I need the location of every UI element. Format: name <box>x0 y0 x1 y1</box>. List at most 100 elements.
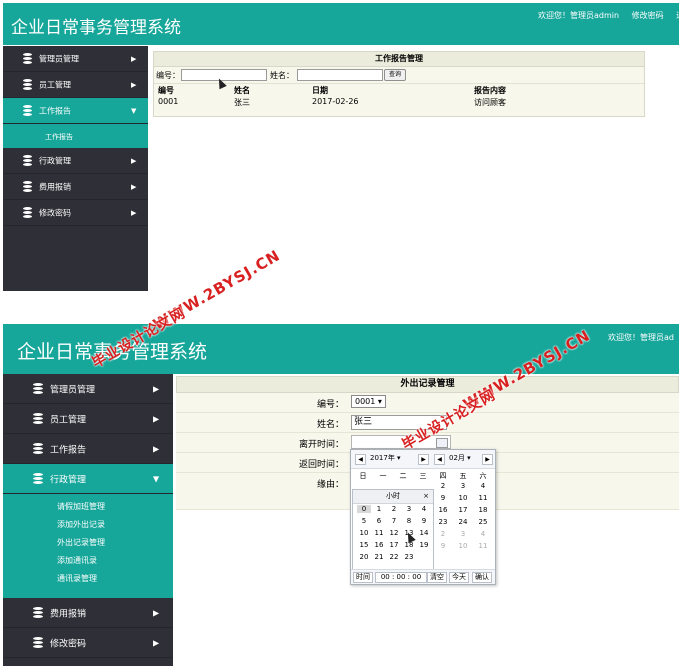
calendar-day[interactable]: 18 <box>473 506 493 514</box>
hour-cell[interactable]: 19 <box>417 541 431 549</box>
calendar-day[interactable]: 4 <box>473 530 493 538</box>
col-id: 编号 <box>158 86 174 95</box>
submenu-item-outing-manage[interactable]: 外出记录管理 <box>3 534 173 552</box>
calendar-day[interactable]: 10 <box>453 542 473 550</box>
calendar-day[interactable]: 17 <box>453 506 473 514</box>
next-month-button[interactable]: ▶ <box>482 454 493 465</box>
submenu-admin-affairs: 请假加班管理 添加外出记录 外出记录管理 添加通讯录 通讯录管理 <box>3 494 173 598</box>
menu-admin-affairs[interactable]: 行政管理 ▶ <box>3 148 148 174</box>
hour-cell[interactable]: 5 <box>357 517 371 525</box>
menu-admin[interactable]: 管理员管理 ▶ <box>3 46 148 72</box>
hour-cell[interactable]: 20 <box>357 553 371 561</box>
hour-cell[interactable]: 7 <box>387 517 401 525</box>
database-icon <box>23 104 32 117</box>
menu-change-password[interactable]: 修改密码 ▶ <box>3 200 148 226</box>
menu-label: 工作报告 <box>50 445 87 455</box>
hour-cell[interactable]: 0 <box>357 505 371 513</box>
hour-cell[interactable]: 17 <box>387 541 401 549</box>
leave-time-label: 离开时间： <box>298 440 344 450</box>
hour-cell[interactable]: 4 <box>417 505 431 513</box>
prev-month-button[interactable]: ◀ <box>434 454 445 465</box>
calendar-day[interactable]: 10 <box>453 494 473 502</box>
hour-cell[interactable]: 12 <box>387 529 401 537</box>
submenu-item-add-outing[interactable]: 添加外出记录 <box>3 516 173 534</box>
database-icon <box>23 206 32 219</box>
time-input[interactable]: 00 : 00 : 00 <box>375 572 427 583</box>
change-password-link[interactable]: 修改密码 <box>632 11 664 20</box>
hour-cell[interactable]: 1 <box>372 505 386 513</box>
calendar-day[interactable]: 9 <box>433 494 453 502</box>
calendar-day[interactable]: 2 <box>433 482 453 490</box>
weekday-label: 一 <box>379 472 387 480</box>
calendar-day[interactable]: 9 <box>433 542 453 550</box>
submenu-item-contacts[interactable]: 通讯录管理 <box>3 570 173 588</box>
hour-cell[interactable]: 16 <box>372 541 386 549</box>
database-icon <box>23 52 32 65</box>
menu-label: 费用报销 <box>39 182 71 191</box>
name-label: 姓名： <box>316 420 344 430</box>
logout-link[interactable]: 退 <box>676 11 679 20</box>
next-year-button[interactable]: ▶ <box>418 454 429 465</box>
hour-cell[interactable]: 22 <box>387 553 401 561</box>
hour-cell[interactable]: 2 <box>387 505 401 513</box>
calendar-day[interactable]: 25 <box>473 518 493 526</box>
calendar-day[interactable]: 3 <box>453 482 473 490</box>
menu-label: 员工管理 <box>50 415 87 425</box>
calendar-day[interactable]: 4 <box>473 482 493 490</box>
weekday-label: 五 <box>459 472 467 480</box>
confirm-button[interactable]: 确认 <box>472 572 492 583</box>
year-select[interactable]: 2017年 ▾ <box>370 454 401 463</box>
submenu-item-leave[interactable]: 请假加班管理 <box>3 498 173 516</box>
hour-cell[interactable]: 3 <box>402 505 416 513</box>
hour-picker-title: 小时 × <box>353 490 433 504</box>
database-icon <box>33 442 43 455</box>
close-icon[interactable]: × <box>423 490 429 503</box>
menu-expense[interactable]: 费用报销 ▶ <box>3 598 173 628</box>
hour-cell[interactable]: 14 <box>417 529 431 537</box>
menu-label: 工作报告 <box>39 106 71 115</box>
calendar-day[interactable]: 16 <box>433 506 453 514</box>
name-search-input[interactable] <box>297 69 383 81</box>
calendar-day[interactable]: 3 <box>453 530 473 538</box>
sidebar: 管理员管理 ▶ 员工管理 ▶ 工作报告 ▶ 行政管理 ▼ 请假加班管理 添加外出… <box>3 374 173 666</box>
prev-year-button[interactable]: ◀ <box>355 454 366 465</box>
hour-cell[interactable]: 10 <box>357 529 371 537</box>
hour-cell[interactable]: 8 <box>402 517 416 525</box>
search-button[interactable]: 查询 <box>384 69 407 81</box>
hour-cell[interactable]: 23 <box>402 553 416 561</box>
hour-cell[interactable]: 6 <box>372 517 386 525</box>
database-icon <box>23 154 32 167</box>
menu-change-password[interactable]: 修改密码 ▶ <box>3 628 173 658</box>
menu-work-report[interactable]: 工作报告 ▶ <box>3 434 173 464</box>
menu-admin-affairs[interactable]: 行政管理 ▼ <box>3 464 173 494</box>
menu-admin[interactable]: 管理员管理 ▶ <box>3 374 173 404</box>
hour-cell[interactable]: 21 <box>372 553 386 561</box>
clear-button[interactable]: 清空 <box>427 572 447 583</box>
calendar-day[interactable]: 11 <box>473 542 493 550</box>
menu-staff[interactable]: 员工管理 ▶ <box>3 72 148 98</box>
submenu-item-work-report[interactable]: 工作报告 <box>3 124 148 142</box>
menu-expense[interactable]: 费用报销 ▶ <box>3 174 148 200</box>
app-title: 企业日常事务管理系统 <box>11 18 181 38</box>
id-label: 编号： <box>316 400 344 410</box>
hour-cell[interactable]: 15 <box>357 541 371 549</box>
calendar-day[interactable]: 2 <box>433 530 453 538</box>
table-row[interactable]: 0001 张三 2017-02-26 访问顾客 <box>154 96 644 108</box>
id-select[interactable]: 0001 ▾ <box>351 395 386 408</box>
calendar-icon[interactable] <box>436 438 448 448</box>
month-select[interactable]: 02月 ▾ <box>449 454 471 463</box>
today-button[interactable]: 今天 <box>449 572 469 583</box>
calendar-day[interactable]: 23 <box>433 518 453 526</box>
menu-work-report[interactable]: 工作报告 ▼ <box>3 98 148 124</box>
hour-cell[interactable]: 9 <box>417 517 431 525</box>
hour-cell[interactable]: 11 <box>372 529 386 537</box>
date-picker-popup: ◀ 2017年 ▾ ▶ ◀ 02月 ▾ ▶ 日 一 二 三 四 五 六 2 3 … <box>350 449 496 585</box>
menu-label: 行政管理 <box>50 475 87 485</box>
menu-label: 费用报销 <box>50 609 87 619</box>
submenu-item-add-contact[interactable]: 添加通讯录 <box>3 552 173 570</box>
table-header: 编号 姓名 日期 报告内容 <box>154 84 644 96</box>
welcome-text: 欢迎您！管理员admin <box>538 11 620 20</box>
menu-staff[interactable]: 员工管理 ▶ <box>3 404 173 434</box>
calendar-day[interactable]: 11 <box>473 494 493 502</box>
calendar-day[interactable]: 24 <box>453 518 473 526</box>
